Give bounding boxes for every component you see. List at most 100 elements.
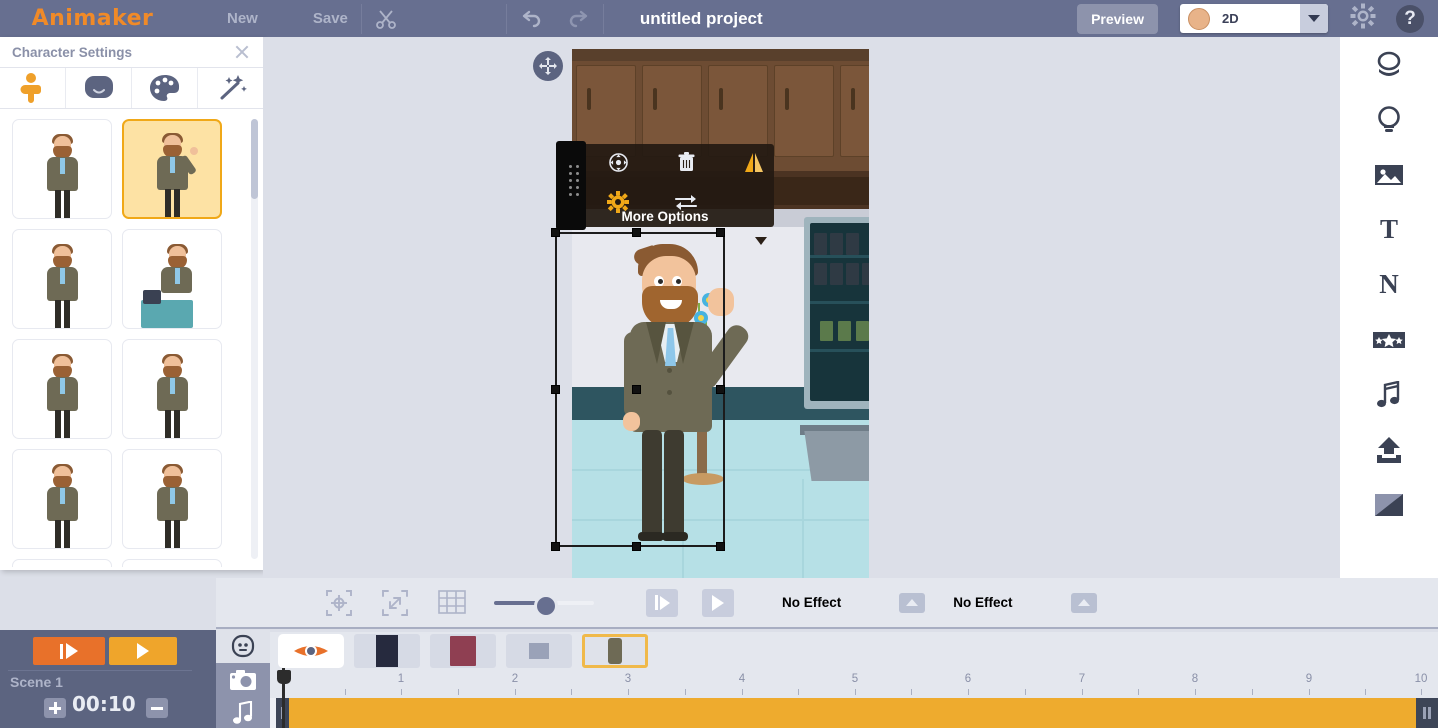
camera-track-button[interactable] [216,663,270,696]
app-logo[interactable]: Animaker [0,6,185,31]
character-thumbnail-list[interactable] [0,109,263,567]
scene-track[interactable] [282,698,1422,728]
bulb-icon [1378,105,1400,132]
rail-item-upload[interactable] [1340,422,1438,477]
mode-select[interactable]: 2D [1180,4,1328,33]
list-item[interactable] [12,119,112,219]
list-item[interactable] [122,339,222,439]
tab-head[interactable] [66,68,132,108]
layer-character[interactable] [582,634,648,668]
entry-effect-expand[interactable] [899,592,926,613]
rail-item-text[interactable]: T [1340,202,1438,257]
head-icon [84,76,113,98]
paste-button[interactable] [458,0,506,37]
rail-item-numbers[interactable]: N [1340,257,1438,312]
rail-item-characters[interactable] [1340,37,1438,92]
list-item[interactable] [12,449,112,549]
stage-canvas[interactable] [572,49,869,578]
fridge-shelf [810,255,869,258]
resize-handle[interactable] [716,542,725,551]
tab-effects[interactable] [198,68,263,108]
rail-item-images[interactable] [1340,147,1438,202]
resize-handle[interactable] [716,228,725,237]
rail-item-effects[interactable] [1340,312,1438,367]
project-title[interactable]: untitled project [640,9,763,29]
list-item[interactable] [122,559,222,567]
layer-prop[interactable] [430,634,496,668]
right-toolbar: T N [1340,37,1438,578]
tab-body[interactable] [0,68,66,108]
help-button[interactable]: ? [1396,4,1424,33]
layer-visibility[interactable] [278,634,344,668]
fit-screen-icon[interactable] [382,589,408,616]
rail-item-props[interactable] [1340,92,1438,147]
scene-label: Scene 1 [10,674,63,690]
layer-background[interactable] [354,634,420,668]
redo-button[interactable] [555,0,603,37]
more-options-label[interactable]: More Options [556,205,774,227]
ctx-flip-button[interactable] [729,144,779,180]
list-item[interactable] [12,229,112,329]
divider [602,3,604,34]
play-button[interactable] [702,588,734,617]
ctx-delete-button[interactable] [661,144,711,180]
ruler-label: 7 [1078,673,1086,685]
scene-cabinet-top [572,49,869,61]
timeline-track-area[interactable] [270,698,1438,728]
character-icon [1377,51,1401,76]
step-frame-button[interactable] [646,588,678,617]
layer-group[interactable] [506,634,572,668]
floor-line [802,479,804,578]
move-icon[interactable] [533,51,563,81]
grid-icon[interactable] [438,589,466,616]
track-end-handle[interactable] [1416,698,1438,728]
resize-handle[interactable] [551,385,560,394]
rotate-handle[interactable] [632,385,641,394]
list-item[interactable] [122,119,222,219]
character-track-button[interactable] [216,630,270,663]
list-item[interactable] [12,559,112,567]
timeline-ruler[interactable]: 1 2 3 4 5 6 7 8 9 10 [270,670,1438,698]
ctx-move-button[interactable] [593,144,643,180]
tab-color[interactable] [132,68,198,108]
play-scene-button[interactable] [33,637,105,665]
list-item[interactable] [122,229,222,329]
decrease-duration-button[interactable] [146,698,168,718]
play-all-button[interactable] [109,637,177,665]
new-button[interactable]: New [185,0,271,37]
chevron-down-icon[interactable] [755,237,767,245]
save-button[interactable]: Save [271,0,361,37]
scrollbar-thumb[interactable] [251,119,258,199]
scene-cabinet [840,65,869,157]
resize-handle[interactable] [551,542,560,551]
resize-handle[interactable] [632,228,641,237]
settings-button[interactable] [1350,3,1376,34]
ruler-label: 10 [1414,673,1428,685]
rail-item-background[interactable] [1340,477,1438,532]
chevron-down-icon[interactable] [1300,4,1328,33]
copy-button[interactable] [410,0,458,37]
zoom-slider-handle[interactable] [534,593,558,618]
resize-handle[interactable] [716,385,725,394]
close-icon[interactable] [233,43,251,61]
cut-button[interactable] [362,0,410,37]
divider [8,670,192,671]
scene-cabinet [774,65,834,157]
undo-button[interactable] [507,0,555,37]
fridge-item [820,321,833,341]
music-track-button[interactable] [216,696,270,728]
playhead-handle[interactable] [277,670,291,684]
image-icon [1375,164,1403,185]
rail-item-music[interactable] [1340,367,1438,422]
stage-character[interactable] [612,244,753,544]
align-center-icon[interactable] [326,589,352,616]
fridge-shelf [810,349,869,352]
canvas-area[interactable]: More Options [263,37,1360,578]
zoom-slider[interactable] [494,593,594,618]
list-item[interactable] [122,449,222,549]
resize-handle[interactable] [632,542,641,551]
increase-duration-button[interactable] [44,698,66,718]
exit-effect-expand[interactable] [1070,592,1097,613]
list-item[interactable] [12,339,112,439]
preview-button[interactable]: Preview [1077,3,1158,34]
